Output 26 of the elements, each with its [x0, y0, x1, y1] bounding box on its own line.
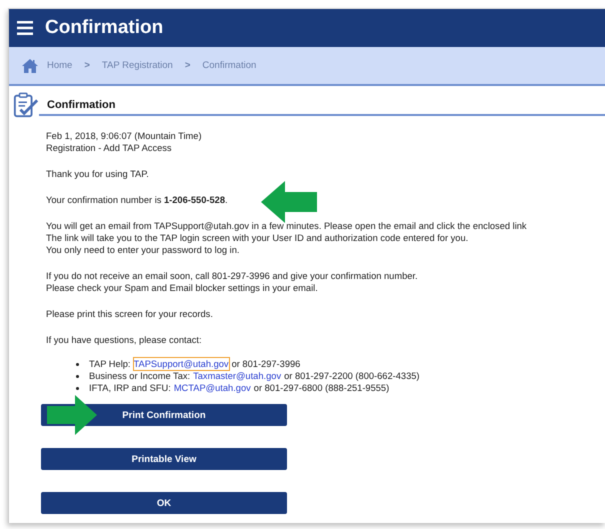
- action-button[interactable]: Printable View: [41, 448, 287, 470]
- message-text: The link will take you to the TAP login screen with your User ID and authorization code entered for you.: [46, 232, 470, 244]
- action-button[interactable]: OK: [41, 492, 287, 514]
- contact-label: TAP Help:: [89, 358, 131, 370]
- message-text: Thank you for using TAP.: [46, 168, 150, 180]
- breadcrumb-separator: >: [184, 60, 192, 71]
- contact-label: Business or Income Tax:: [89, 370, 190, 382]
- email-link[interactable]: TAPSupport@utah.gov: [134, 358, 229, 370]
- message-text: Your confirmation number is 1-206-550-528.: [46, 194, 229, 206]
- message-text: If you do not receive an email soon, call 801-297-3996 and give your confirmation number.: [46, 270, 419, 282]
- phone-text: or 801-297-2200 (800-662-4335): [284, 370, 420, 382]
- phone-text: or 801-297-6800 (888-251-9555): [254, 382, 390, 394]
- email-link[interactable]: Taxmaster@utah.gov: [193, 370, 282, 382]
- message-text: You will get an email from TAPSupport@utah.gov in a few minutes. Please open the email and click the enclosed link: [46, 220, 528, 232]
- phone-text: or 801-297-3996: [232, 358, 300, 370]
- message-text: If you have questions, please contact:: [46, 334, 203, 346]
- breadcrumb-separator: >: [83, 60, 91, 71]
- section-title: Confirmation: [39, 99, 605, 116]
- message-text: Please print this screen for your records.: [46, 308, 214, 320]
- message-text: Please check your Spam and Email blocker settings in your email.: [46, 282, 319, 294]
- info-text: Feb 1, 2018, 9:06:07 (Mountain Time): [46, 130, 203, 142]
- email-link[interactable]: MCTAP@utah.gov: [174, 382, 251, 394]
- message-text: You only need to enter your password to log in.: [46, 244, 240, 256]
- page-title: Confirmation: [45, 17, 164, 39]
- info-text: Registration - Add TAP Access: [46, 142, 173, 154]
- contact-label: IFTA, IRP and SFU:: [89, 382, 171, 394]
